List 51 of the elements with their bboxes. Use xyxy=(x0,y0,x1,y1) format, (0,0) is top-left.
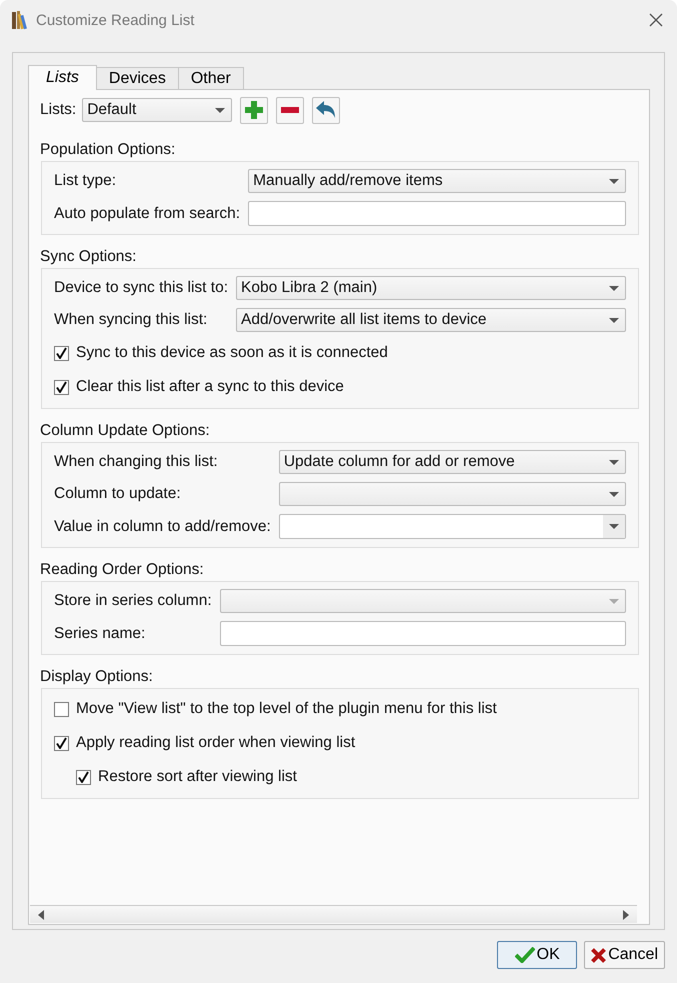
dropdown[interactable]: Update column for add or remove xyxy=(278,450,626,474)
field-label: When changing this list: xyxy=(54,453,219,471)
field-label: Auto populate from search: xyxy=(54,204,240,222)
ok-button[interactable]: OK xyxy=(497,941,578,969)
x-icon xyxy=(591,948,606,962)
field-label: Series name: xyxy=(54,624,146,642)
lists-label: Lists: xyxy=(40,101,76,119)
field-label: Device to sync this list to: xyxy=(54,279,228,297)
section-heading: Reading Order Options: xyxy=(40,561,205,580)
checkbox-label: Apply reading list order when viewing list xyxy=(76,734,356,752)
section-heading: Column Update Options: xyxy=(40,422,211,441)
plus-icon xyxy=(245,101,264,119)
checkbox[interactable] xyxy=(54,380,69,394)
minus-icon xyxy=(281,107,300,113)
section-heading: Display Options: xyxy=(40,668,154,687)
window-title: Customize Reading List xyxy=(36,12,196,28)
dropdown[interactable]: Add/overwrite all list items to device xyxy=(236,308,626,332)
input-field[interactable] xyxy=(220,621,626,646)
checkbox-label: Move "View list" to the top level of the plugin menu for this list xyxy=(76,700,497,718)
lists-dropdown[interactable]: Default xyxy=(82,98,232,122)
section-heading: Sync Options: xyxy=(40,248,138,267)
checkbox[interactable] xyxy=(76,770,91,784)
horizontal-scrollbar[interactable] xyxy=(30,905,637,923)
cancel-button[interactable]: Cancel xyxy=(584,941,665,969)
close-icon[interactable] xyxy=(649,13,663,27)
tab[interactable]: Lists xyxy=(28,65,97,90)
checkbox[interactable] xyxy=(54,346,69,360)
checkbox-label: Sync to this device as soon as it is connected xyxy=(76,344,388,362)
undo-arrow-icon xyxy=(316,101,336,119)
checkmark-icon xyxy=(514,947,535,963)
tab[interactable]: Other xyxy=(178,67,244,89)
scroll-left-icon[interactable] xyxy=(38,910,44,920)
checkbox[interactable] xyxy=(54,736,69,750)
add-button[interactable] xyxy=(240,96,268,124)
tab[interactable]: Devices xyxy=(96,67,179,89)
field-label: List type: xyxy=(54,172,118,190)
checkbox[interactable] xyxy=(54,702,69,716)
field-label: Column to update: xyxy=(54,485,182,503)
checkbox-label: Clear this list after a sync to this device xyxy=(76,378,344,396)
field-label: Store in series column: xyxy=(54,592,212,610)
checkbox-label: Restore sort after viewing list xyxy=(98,768,297,786)
dropdown[interactable]: Manually add/remove items xyxy=(248,169,626,193)
books-icon xyxy=(11,10,29,30)
field-label: Value in column to add/remove: xyxy=(54,518,271,536)
input-field[interactable] xyxy=(248,201,626,226)
field-label: When syncing this list: xyxy=(54,311,208,329)
remove-button[interactable] xyxy=(276,96,304,124)
scroll-right-icon[interactable] xyxy=(623,910,629,920)
dropdown[interactable]: Kobo Libra 2 (main) xyxy=(236,276,626,300)
undo-button[interactable] xyxy=(312,96,340,124)
section-heading: Population Options: xyxy=(40,141,176,160)
